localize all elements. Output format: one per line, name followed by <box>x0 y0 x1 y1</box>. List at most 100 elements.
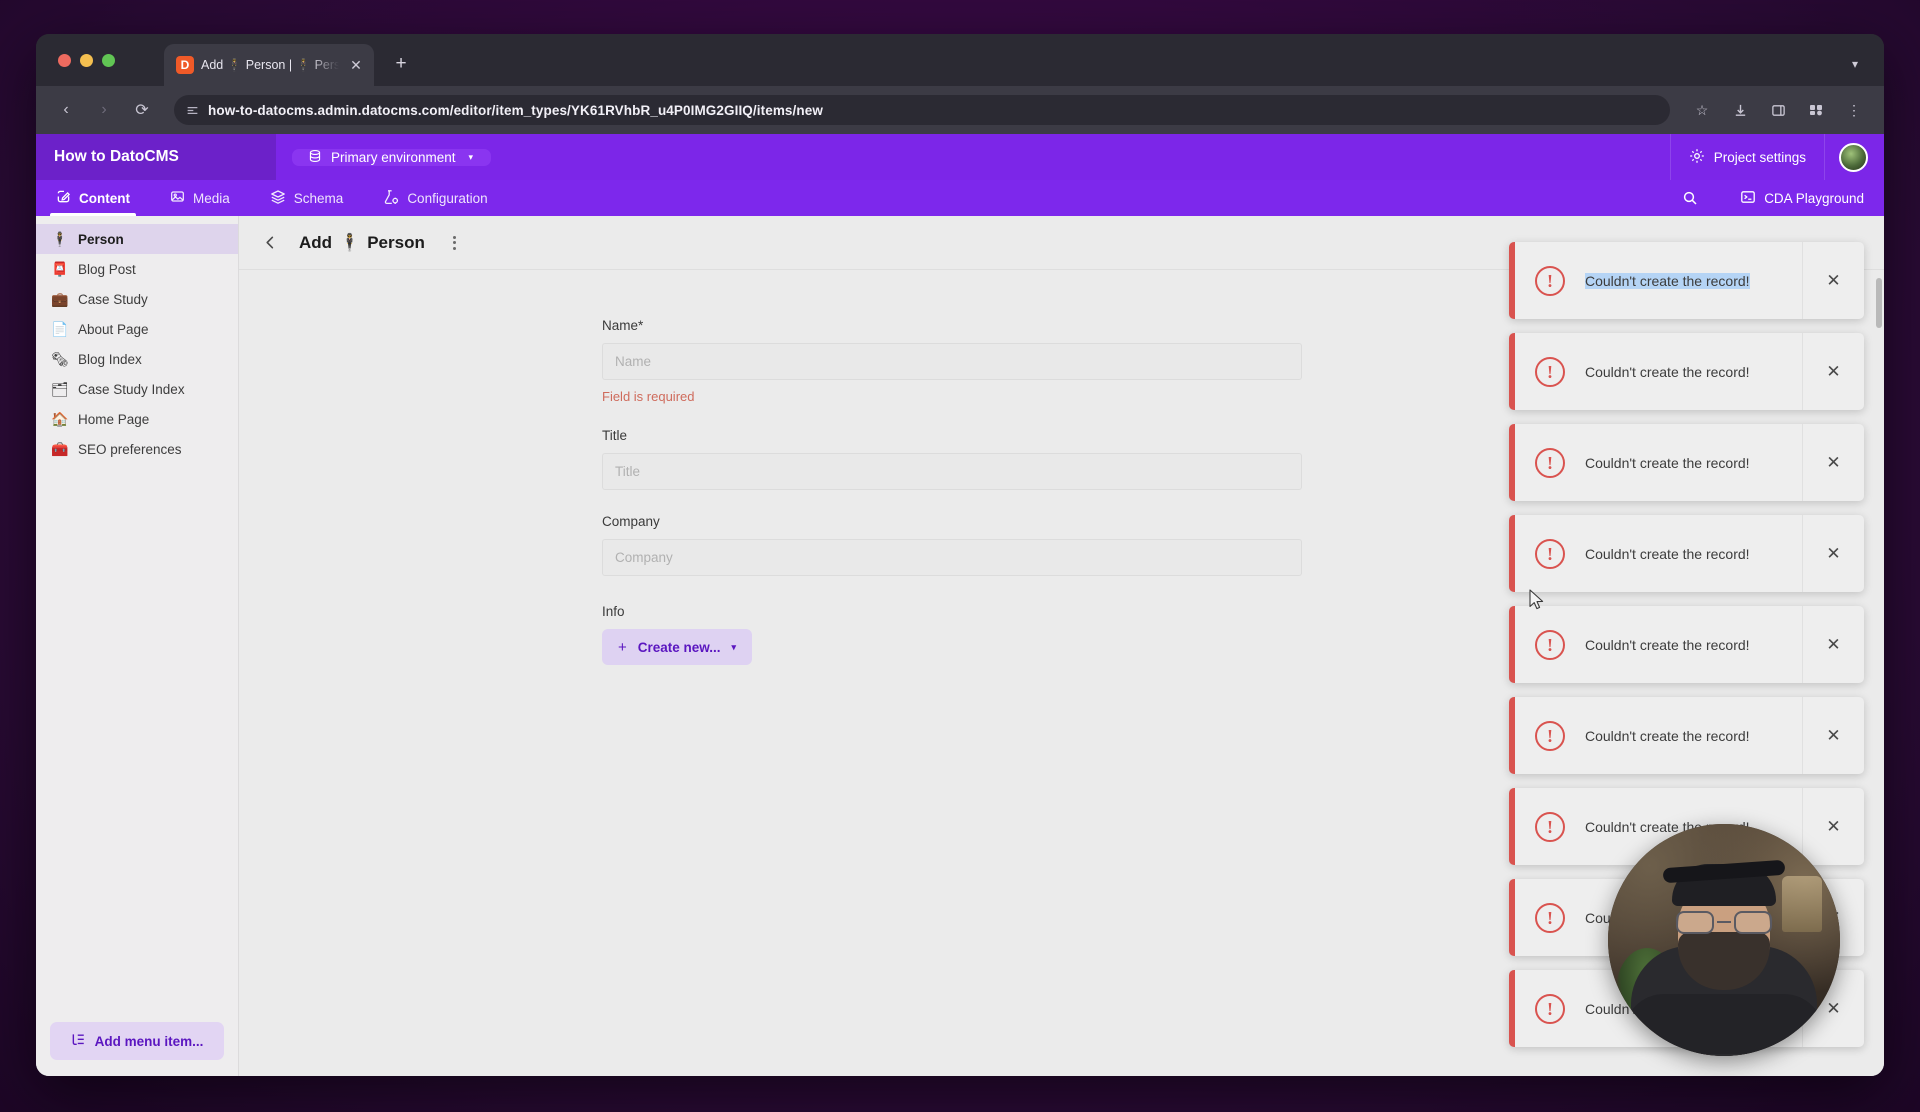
tab-schema[interactable]: Schema <box>250 180 364 216</box>
webcam-lamp <box>1782 876 1822 932</box>
kebab-menu-icon[interactable] <box>449 230 460 256</box>
add-menu-item-button[interactable]: Add menu item... <box>50 1022 224 1060</box>
sidebar-item-label: About Page <box>78 321 149 337</box>
field-name: Name* Name Field is required <box>602 318 1302 404</box>
house-icon: 🏠 <box>51 411 69 427</box>
download-icon[interactable] <box>1726 96 1754 124</box>
sidebar-item-home-page[interactable]: 🏠 Home Page <box>36 404 238 434</box>
field-error-message: Field is required <box>602 389 695 404</box>
toast-notification: ! Couldn't create the record! ✕ <box>1509 606 1864 683</box>
company-input[interactable]: Company <box>602 539 1302 576</box>
warning-circle-icon: ! <box>1515 538 1585 569</box>
tab-search-chevron-down-icon[interactable]: ▾ <box>1842 51 1868 77</box>
person-icon: 🕴 <box>339 232 361 252</box>
page-icon: 📄 <box>51 321 69 337</box>
sidebar-item-person[interactable]: 🕴 Person <box>36 224 238 254</box>
new-tab-button[interactable]: + <box>388 51 414 77</box>
maximize-window-button[interactable] <box>102 54 115 67</box>
name-input[interactable]: Name <box>602 343 1302 380</box>
close-icon[interactable]: ✕ <box>1802 697 1864 774</box>
sidebar-item-label: Blog Index <box>78 351 142 367</box>
toast-message: Couldn't create the record! <box>1585 636 1750 653</box>
browser-menu-button[interactable]: ⋮ <box>1840 96 1868 124</box>
content-pencil-icon <box>56 189 71 207</box>
cda-playground-button[interactable]: CDA Playground <box>1720 189 1884 208</box>
plus-icon: + <box>618 638 627 656</box>
back-to-list-button[interactable] <box>255 228 285 258</box>
sidebar-item-label: Home Page <box>78 411 150 427</box>
field-title: Title Title <box>602 428 1302 490</box>
site-settings-icon[interactable] <box>186 104 199 117</box>
field-label: Company <box>602 514 660 529</box>
user-menu[interactable] <box>1824 134 1884 180</box>
bookmark-star-icon[interactable]: ☆ <box>1688 96 1716 124</box>
toast-message-wrap: Couldn't create the record! <box>1585 455 1802 471</box>
create-new-label: Create new... <box>637 639 721 655</box>
forward-button[interactable]: › <box>90 96 118 124</box>
sidebar-item-blog-post[interactable]: 📮 Blog Post <box>36 254 238 284</box>
browser-tab[interactable]: D Add 🕴 Person | 🕴 Person c… ✕ <box>164 44 374 86</box>
tab-configuration[interactable]: Configuration <box>363 180 507 216</box>
sidebar-item-blog-index[interactable]: 🗞 Blog Index <box>36 344 238 374</box>
chevron-down-icon: ▾ <box>468 151 474 162</box>
toast-message-wrap: Couldn't create the record! <box>1585 364 1802 380</box>
toast-message: Couldn't create the record! <box>1585 363 1750 380</box>
app-nav-bar: Content Media Schema Configuration CDA P… <box>36 180 1884 216</box>
page-scrollbar[interactable] <box>1876 278 1882 328</box>
tab-media-label: Media <box>193 190 230 206</box>
field-label: Title <box>602 428 628 443</box>
minimize-window-button[interactable] <box>80 54 93 67</box>
sidebar-item-case-study-index[interactable]: 🗂 Case Study Index <box>36 374 238 404</box>
close-window-button[interactable] <box>58 54 71 67</box>
close-tab-button[interactable]: ✕ <box>346 55 366 75</box>
person-icon: 🕴 <box>51 231 69 247</box>
extensions-icon[interactable] <box>1802 96 1830 124</box>
warning-circle-icon: ! <box>1515 811 1585 842</box>
sidebar-item-seo-preferences[interactable]: 🧰 SEO preferences <box>36 434 238 464</box>
toast-message-wrap: Couldn't create the record! <box>1585 637 1802 653</box>
warning-circle-icon: ! <box>1515 447 1585 478</box>
browser-toolbar: ‹ › ⟳ how-to-datocms.admin.datocms.com/e… <box>36 86 1884 134</box>
window-traffic-lights[interactable] <box>58 54 115 67</box>
tab-content[interactable]: Content <box>36 180 150 216</box>
sidebar-item-about-page[interactable]: 📄 About Page <box>36 314 238 344</box>
sidebar-item-label: SEO preferences <box>78 441 182 457</box>
toolbox-icon: 🧰 <box>51 441 69 457</box>
address-bar[interactable]: how-to-datocms.admin.datocms.com/editor/… <box>174 95 1670 125</box>
close-icon[interactable]: ✕ <box>1802 515 1864 592</box>
field-label: Name* <box>602 318 644 333</box>
chevron-down-icon: ▾ <box>731 641 737 652</box>
field-info: Info + Create new... ▾ <box>602 604 1302 665</box>
close-icon[interactable]: ✕ <box>1802 242 1864 319</box>
reload-button[interactable]: ⟳ <box>128 96 156 124</box>
sidebar-item-case-study[interactable]: 💼 Case Study <box>36 284 238 314</box>
browser-tab-strip: D Add 🕴 Person | 🕴 Person c… ✕ + ▾ <box>36 34 1884 86</box>
tab-media[interactable]: Media <box>150 180 250 216</box>
briefcase-icon: 💼 <box>51 291 69 307</box>
project-brand[interactable]: How to DatoCMS <box>36 134 276 180</box>
close-icon[interactable]: ✕ <box>1802 333 1864 410</box>
search-icon[interactable] <box>1660 190 1720 206</box>
title-input[interactable]: Title <box>602 453 1302 490</box>
environment-selector[interactable]: Primary environment ▾ <box>292 148 492 166</box>
webcam-person-glasses <box>1676 910 1772 934</box>
sidebar-item-label: Case Study Index <box>78 381 185 397</box>
toast-notification: ! Couldn't create the record! ✕ <box>1509 515 1864 592</box>
app-nav-right-actions: CDA Playground <box>1660 189 1884 208</box>
side-panel-icon[interactable] <box>1764 96 1792 124</box>
terminal-icon <box>1740 189 1756 208</box>
warning-circle-icon: ! <box>1515 629 1585 660</box>
close-icon[interactable]: ✕ <box>1802 424 1864 501</box>
project-settings-button[interactable]: Project settings <box>1669 134 1824 180</box>
toast-notification: ! Couldn't create the record! ✕ <box>1509 697 1864 774</box>
toast-message: Couldn't create the record! <box>1585 545 1750 562</box>
close-icon[interactable]: ✕ <box>1802 606 1864 683</box>
back-button[interactable]: ‹ <box>52 96 80 124</box>
schema-layers-icon <box>270 189 286 208</box>
toast-notification: ! Couldn't create the record! ✕ <box>1509 333 1864 410</box>
webcam-person-hood <box>1624 994 1824 1054</box>
create-new-button[interactable]: + Create new... ▾ <box>602 629 753 665</box>
toast-notification: ! Couldn't create the record! ✕ <box>1509 242 1864 319</box>
app-top-right-actions: Project settings <box>1669 134 1884 180</box>
page-title-prefix: Add <box>299 232 333 252</box>
